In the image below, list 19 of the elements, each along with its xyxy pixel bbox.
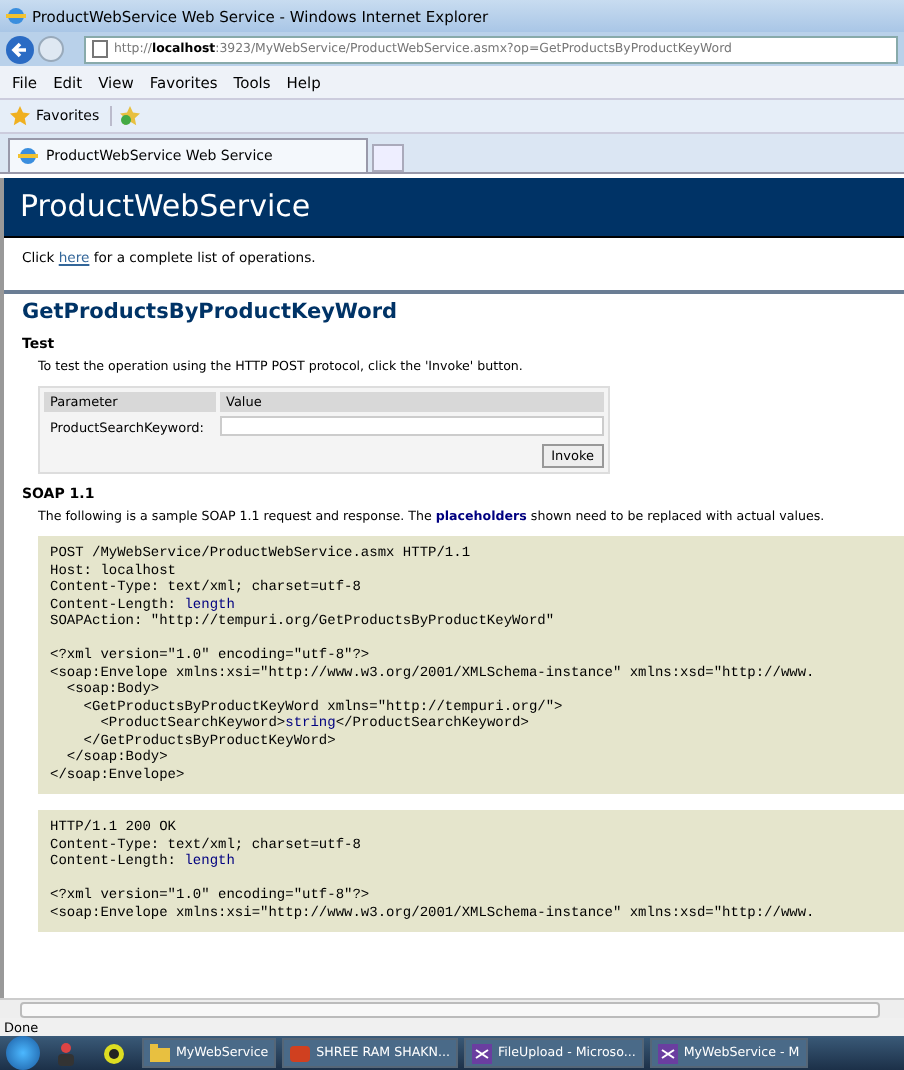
add-favorite-button[interactable] <box>119 106 140 126</box>
folder-icon <box>150 1043 170 1063</box>
operation-heading: GetProductsByProductKeyWord <box>22 300 400 324</box>
page-banner: ProductWebService <box>4 178 904 238</box>
studio-icon <box>471 1043 492 1063</box>
page-icon <box>92 40 108 58</box>
browser-icon <box>6 6 26 26</box>
star-icon <box>10 106 30 126</box>
browser-icon <box>18 146 38 166</box>
parameter-field[interactable] <box>220 416 604 436</box>
app-icon <box>102 1041 126 1065</box>
start-button[interactable] <box>6 1036 40 1070</box>
new-tab-button[interactable] <box>372 144 404 172</box>
studio-icon <box>657 1043 678 1063</box>
arrow-icon <box>10 39 30 59</box>
back-button[interactable] <box>6 35 34 63</box>
person-icon <box>56 1041 76 1065</box>
star-plus-icon <box>119 106 140 126</box>
app-icon <box>290 1043 311 1063</box>
